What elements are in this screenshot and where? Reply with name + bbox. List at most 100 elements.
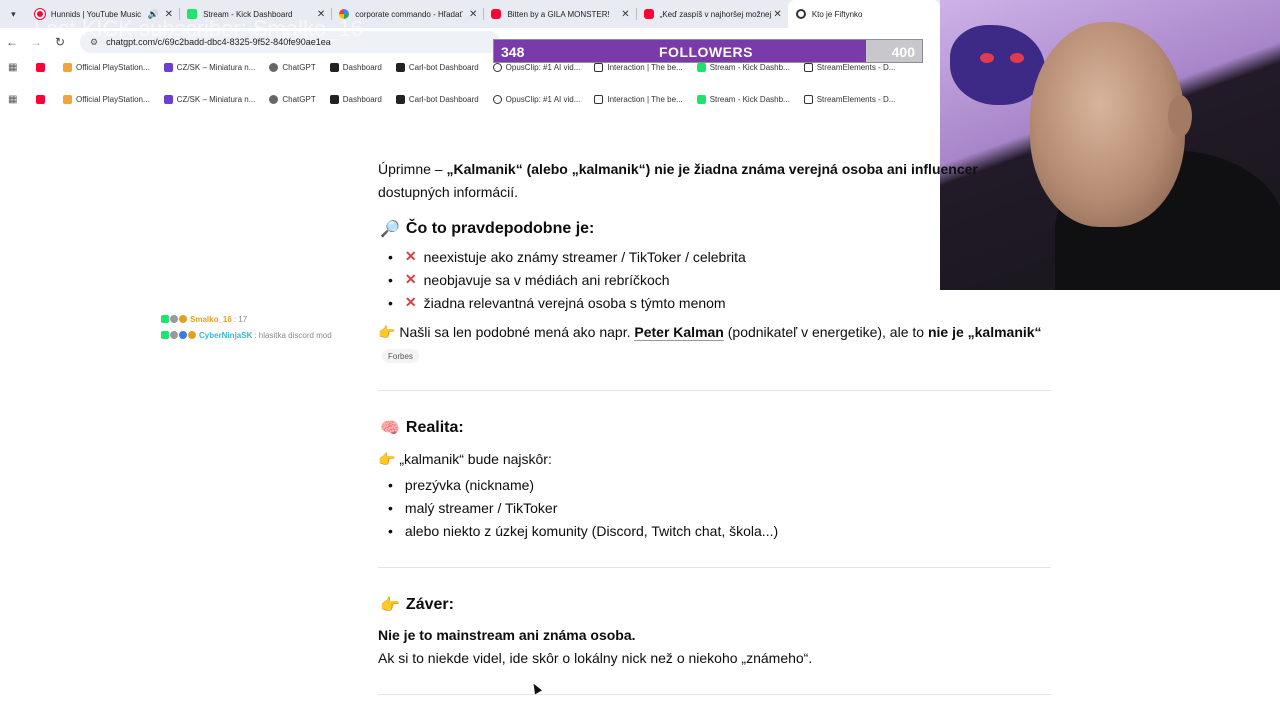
opusclip-icon <box>492 94 502 104</box>
chat-username: Smalko_16 <box>190 314 232 324</box>
youtube-icon <box>491 9 502 19</box>
bookmark-label: OpusClip: #1 AI vid... <box>505 94 581 104</box>
bookmark[interactable]: StreamElements - D... <box>803 94 896 104</box>
bookmark[interactable]: Carl-bot Dashboard <box>395 94 479 104</box>
youtube-icon <box>36 94 45 104</box>
bookmark-label: StreamElements - D... <box>816 94 896 104</box>
close-icon[interactable]: ✕ <box>621 9 629 20</box>
bookmark-label: Interaction | The be... <box>607 94 683 104</box>
chat-message: Smalko_16 : 17 <box>161 313 247 325</box>
bookmark[interactable]: Interaction | The be... <box>594 94 683 104</box>
chatgpt-icon <box>269 62 279 72</box>
streamer-ear <box>1168 95 1192 137</box>
bookmark[interactable]: CZ/SK – Miniatura n... <box>163 94 255 104</box>
badge-icon <box>170 331 178 339</box>
chatgpt-icon <box>269 94 279 104</box>
source-chip-forbes[interactable]: Forbes <box>382 349 419 363</box>
close-icon[interactable]: ✕ <box>773 9 781 20</box>
youtube-icon <box>643 9 654 19</box>
conclusion-text: Ak si to niekde videl, ide skôr o lokáln… <box>378 650 813 666</box>
bookmark[interactable]: Carl-bot Dashboard <box>395 62 479 72</box>
followers-label: FOLLOWERS <box>659 44 753 60</box>
kick-badge-icon <box>161 315 169 323</box>
tab-youtube-zaspis[interactable]: „Keď zaspíš v najhoršej možnej ✕ <box>635 0 788 28</box>
tab-search-icon[interactable]: ▾ <box>0 0 27 28</box>
bookmark-label: Carl-bot Dashboard <box>408 94 479 104</box>
screen: ▾ Hunnids | YouTube Music 🔊 ✕ Stream - K… <box>0 0 1280 720</box>
badge-icon <box>170 315 178 323</box>
playstation-icon <box>63 94 72 104</box>
note-bold: nie je „kalmanik“ <box>927 324 1042 340</box>
list-item-text: neobjavuje sa v médiách ani rebríčkoch <box>423 271 670 288</box>
bookmark[interactable]: Interaction | The be... <box>594 62 683 72</box>
followers-count: 348 <box>501 44 525 60</box>
lead-text: „kalmanik“ bude najskôr: <box>399 451 552 467</box>
list-item: prezývka (nickname) <box>388 477 534 493</box>
cross-mark-icon: ✕ <box>404 248 417 264</box>
magnifier-icon: 🔎 <box>380 221 400 238</box>
bookmark-label: Interaction | The be... <box>607 62 683 72</box>
bookmark[interactable]: Dashboard <box>329 62 382 72</box>
intro-line-2: dostupných informácií. <box>378 184 519 200</box>
list-item-text: prezývka (nickname) <box>404 477 535 493</box>
streamer-head <box>1030 22 1185 227</box>
intro-bold: „Kalmanik“ (alebo „kalmanik“) nie je žia… <box>446 161 978 177</box>
bookmark[interactable]: OpusClip: #1 AI vid... <box>492 62 580 72</box>
playstation-icon <box>63 62 72 72</box>
carlbot-icon <box>395 94 405 104</box>
brain-icon: 🧠 <box>380 420 400 437</box>
bookmark[interactable]: Official PlayStation... <box>63 62 150 72</box>
miniatura-icon <box>163 94 173 104</box>
bookmark[interactable]: ChatGPT <box>269 94 316 104</box>
youtube-icon <box>36 62 45 72</box>
tab-chatgpt-active[interactable]: Kto je Fiftynko <box>787 0 940 28</box>
kick-icon <box>696 94 706 104</box>
peter-kalman-link[interactable]: Peter Kalman <box>634 324 724 341</box>
note-text: Našli sa len podobné mená ako napr. <box>399 324 635 340</box>
pointing-hand-icon: 👉 <box>378 451 396 467</box>
kick-icon <box>696 62 706 72</box>
tab-youtube-gila[interactable]: Bitten by a GILA MONSTER! ✕ <box>483 0 635 28</box>
webcam-feed <box>940 0 1280 290</box>
kick-badge-icon <box>161 331 169 339</box>
list-item-text: neexistuje ako známy streamer / TikToker… <box>423 248 746 265</box>
cross-mark-icon: ✕ <box>404 271 417 287</box>
bookmark[interactable]: ChatGPT <box>269 62 316 72</box>
last-subscriber-overlay: Last KICK subscriber: Smalko_16 <box>34 16 363 41</box>
divider <box>378 567 1051 568</box>
reality-lead: 👉 „kalmanik“ bude najskôr: <box>378 448 552 471</box>
chat-username: CyberNinjaSK <box>199 330 253 340</box>
ghost-plush <box>950 25 1045 105</box>
back-icon[interactable]: ← <box>0 30 24 54</box>
heading-text: Záver: <box>405 596 454 613</box>
heading-text: Realita: <box>405 419 464 436</box>
close-icon[interactable]: ✕ <box>469 9 477 20</box>
bookmark[interactable] <box>36 62 49 72</box>
bookmark[interactable] <box>36 94 49 104</box>
tab-title: Bitten by a GILA MONSTER! <box>507 9 610 19</box>
section-heading-conclusion: 👉 Záver: <box>380 595 454 615</box>
bookmark[interactable]: Dashboard <box>329 94 382 104</box>
bookmark[interactable]: Stream - Kick Dashb... <box>696 62 790 72</box>
streamelements-icon <box>803 94 813 104</box>
bookmark-label: Official PlayStation... <box>76 62 150 72</box>
interaction-icon <box>594 94 604 104</box>
bookmark[interactable]: Official PlayStation... <box>63 94 150 104</box>
pointing-hand-icon: 👉 <box>380 597 400 614</box>
bookmark[interactable]: CZ/SK – Miniatura n... <box>163 62 255 72</box>
list-item-text: malý streamer / TikToker <box>404 500 558 516</box>
section-heading-reality: 🧠 Realita: <box>380 418 464 438</box>
bookmark[interactable]: Stream - Kick Dashb... <box>696 94 790 104</box>
dashboard-icon <box>329 62 339 72</box>
bookmark[interactable]: OpusClip: #1 AI vid... <box>492 94 581 104</box>
apps-grid-icon[interactable]: ▦ <box>8 94 36 105</box>
followers-goal: 400 <box>891 44 915 60</box>
interaction-icon <box>594 62 604 72</box>
bookmark[interactable]: StreamElements - D... <box>803 62 895 72</box>
heading-text: Čo to pravdepodobne je: <box>405 220 595 237</box>
miniatura-icon <box>163 62 173 72</box>
bookmark-label: ChatGPT <box>282 94 316 104</box>
apps-grid-icon[interactable]: ▦ <box>8 62 36 73</box>
intro-line-1: Úprimne – „Kalmanik“ (alebo „kalmanik“) … <box>378 158 978 181</box>
tab-title: Kto je Fiftynko <box>811 9 863 19</box>
